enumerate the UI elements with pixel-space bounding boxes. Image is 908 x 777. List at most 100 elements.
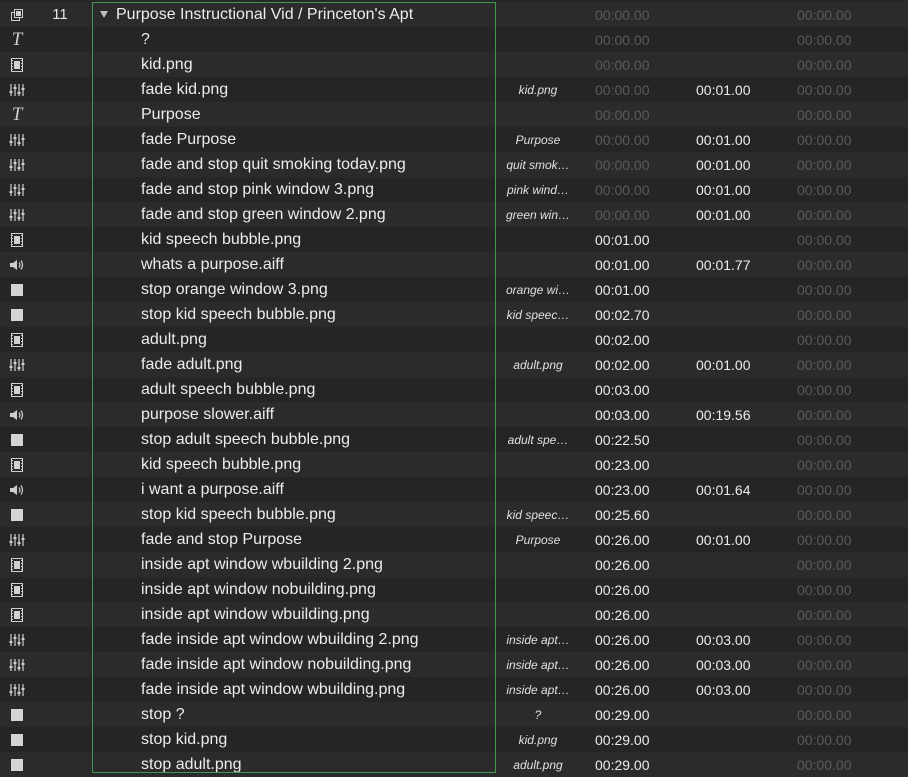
cue-row[interactable]: stop kid speech bubble.png kid speec… 00:2… [0, 502, 908, 527]
action-time[interactable]: 00:03.00 [696, 682, 751, 698]
pre-wait-time[interactable]: 00:03.00 [595, 382, 650, 398]
post-wait-time[interactable]: 00:00.00 [797, 682, 852, 698]
cue-row[interactable]: kid.png 00:00.00 00:00.00 [0, 52, 908, 77]
post-wait-time[interactable]: 00:00.00 [797, 7, 852, 23]
cue-row[interactable]: fade inside apt window nobuilding.png ins… [0, 652, 908, 677]
cue-row[interactable]: adult.png 00:02.00 00:00.00 [0, 327, 908, 352]
post-wait-time[interactable]: 00:00.00 [797, 457, 852, 473]
action-time[interactable]: 00:03.00 [696, 657, 751, 673]
post-wait-time[interactable]: 00:00.00 [797, 607, 852, 623]
cue-row[interactable]: kid speech bubble.png 00:23.00 00:00.00 [0, 452, 908, 477]
post-wait-time[interactable]: 00:00.00 [797, 757, 852, 773]
pre-wait-time[interactable]: 00:03.00 [595, 407, 650, 423]
post-wait-time[interactable]: 00:00.00 [797, 107, 852, 123]
pre-wait-time[interactable]: 00:22.50 [595, 432, 650, 448]
cue-row[interactable]: fade and stop pink window 3.png pink wind… [0, 177, 908, 202]
cue-row[interactable]: adult speech bubble.png 00:03.00 00:00.00 [0, 377, 908, 402]
cue-row[interactable]: T? 00:00.00 00:00.00 [0, 27, 908, 52]
cue-row[interactable]: fade kid.png kid.png 00:00.00 00:01.00 00:00… [0, 77, 908, 102]
post-wait-time[interactable]: 00:00.00 [797, 732, 852, 748]
pre-wait-time[interactable]: 00:02.70 [595, 307, 650, 323]
cue-row[interactable]: fade Purpose Purpose 00:00.00 00:01.00 00:00… [0, 127, 908, 152]
post-wait-time[interactable]: 00:00.00 [797, 32, 852, 48]
post-wait-time[interactable]: 00:00.00 [797, 332, 852, 348]
pre-wait-time[interactable]: 00:26.00 [595, 557, 650, 573]
cue-row[interactable]: fade inside apt window wbuilding.png insi… [0, 677, 908, 702]
post-wait-time[interactable]: 00:00.00 [797, 357, 852, 373]
post-wait-time[interactable]: 00:00.00 [797, 432, 852, 448]
pre-wait-time[interactable]: 00:00.00 [595, 107, 650, 123]
cue-row[interactable]: stop orange window 3.png orange wi… 00:01.… [0, 277, 908, 302]
pre-wait-time[interactable]: 00:00.00 [595, 82, 650, 98]
pre-wait-time[interactable]: 00:01.00 [595, 257, 650, 273]
post-wait-time[interactable]: 00:00.00 [797, 532, 852, 548]
cue-row[interactable]: i want a purpose.aiff 00:23.00 00:01.64 00:… [0, 477, 908, 502]
cue-row[interactable]: whats a purpose.aiff 00:01.00 00:01.77 00:0… [0, 252, 908, 277]
cue-row[interactable]: inside apt window wbuilding.png 00:26.00 0… [0, 602, 908, 627]
pre-wait-time[interactable]: 00:02.00 [595, 357, 650, 373]
disclosure-triangle-icon[interactable] [100, 11, 108, 18]
pre-wait-time[interactable]: 00:00.00 [595, 207, 650, 223]
cue-row[interactable]: T Purpose 00:00.00 00:00.00 [0, 102, 908, 127]
post-wait-time[interactable]: 00:00.00 [797, 157, 852, 173]
post-wait-time[interactable]: 00:00.00 [797, 307, 852, 323]
pre-wait-time[interactable]: 00:29.00 [595, 707, 650, 723]
post-wait-time[interactable]: 00:00.00 [797, 232, 852, 248]
pre-wait-time[interactable]: 00:00.00 [595, 57, 650, 73]
post-wait-time[interactable]: 00:00.00 [797, 657, 852, 673]
pre-wait-time[interactable]: 00:29.00 [595, 732, 650, 748]
pre-wait-time[interactable]: 00:26.00 [595, 632, 650, 648]
pre-wait-time[interactable]: 00:29.00 [595, 757, 650, 773]
pre-wait-time[interactable]: 00:25.60 [595, 507, 650, 523]
cue-row[interactable]: stop adult.png adult.png 00:29.00 00:00.00 [0, 752, 908, 777]
pre-wait-time[interactable]: 00:26.00 [595, 657, 650, 673]
cue-row[interactable]: fade and stop Purpose Purpose 00:26.00 00:0… [0, 527, 908, 552]
action-time[interactable]: 00:01.00 [696, 357, 751, 373]
pre-wait-time[interactable]: 00:01.00 [595, 282, 650, 298]
post-wait-time[interactable]: 00:00.00 [797, 132, 852, 148]
cue-row[interactable]: fade and stop green window 2.png green wi… [0, 202, 908, 227]
post-wait-time[interactable]: 00:00.00 [797, 207, 852, 223]
post-wait-time[interactable]: 00:00.00 [797, 507, 852, 523]
action-time[interactable]: 00:01.00 [696, 157, 751, 173]
cue-row[interactable]: fade inside apt window wbuilding 2.png in… [0, 627, 908, 652]
pre-wait-time[interactable]: 00:00.00 [595, 182, 650, 198]
post-wait-time[interactable]: 00:00.00 [797, 632, 852, 648]
cue-row[interactable]: stop ?? 00:29.00 00:00.00 [0, 702, 908, 727]
action-time[interactable]: 00:03.00 [696, 632, 751, 648]
pre-wait-time[interactable]: 00:26.00 [595, 607, 650, 623]
post-wait-time[interactable]: 00:00.00 [797, 182, 852, 198]
action-time[interactable]: 00:19.56 [696, 407, 751, 423]
cue-row[interactable]: fade adult.png adult.png 00:02.00 00:01.00 0… [0, 352, 908, 377]
action-time[interactable]: 00:01.77 [696, 257, 751, 273]
post-wait-time[interactable]: 00:00.00 [797, 557, 852, 573]
post-wait-time[interactable]: 00:00.00 [797, 482, 852, 498]
pre-wait-time[interactable]: 00:00.00 [595, 132, 650, 148]
pre-wait-time[interactable]: 00:26.00 [595, 532, 650, 548]
pre-wait-time[interactable]: 00:00.00 [595, 32, 650, 48]
pre-wait-time[interactable]: 00:26.00 [595, 682, 650, 698]
post-wait-time[interactable]: 00:00.00 [797, 382, 852, 398]
post-wait-time[interactable]: 00:00.00 [797, 282, 852, 298]
cue-row[interactable]: fade and stop quit smoking today.png quit… [0, 152, 908, 177]
action-time[interactable]: 00:01.64 [696, 482, 751, 498]
cue-row[interactable]: inside apt window nobuilding.png 00:26.00… [0, 577, 908, 602]
action-time[interactable]: 00:01.00 [696, 132, 751, 148]
post-wait-time[interactable]: 00:00.00 [797, 57, 852, 73]
cue-row[interactable]: stop kid speech bubble.png kid speec… 00:0… [0, 302, 908, 327]
pre-wait-time[interactable]: 00:23.00 [595, 457, 650, 473]
post-wait-time[interactable]: 00:00.00 [797, 257, 852, 273]
pre-wait-time[interactable]: 00:02.00 [595, 332, 650, 348]
cue-row[interactable]: inside apt window wbuilding 2.png 00:26.0… [0, 552, 908, 577]
post-wait-time[interactable]: 00:00.00 [797, 707, 852, 723]
cue-row[interactable]: kid speech bubble.png 00:01.00 00:00.00 [0, 227, 908, 252]
cue-row[interactable]: stop kid.png kid.png 00:29.00 00:00.00 [0, 727, 908, 752]
action-time[interactable]: 00:01.00 [696, 82, 751, 98]
pre-wait-time[interactable]: 00:26.00 [595, 582, 650, 598]
post-wait-time[interactable]: 00:00.00 [797, 82, 852, 98]
action-time[interactable]: 00:01.00 [696, 182, 751, 198]
post-wait-time[interactable]: 00:00.00 [797, 407, 852, 423]
action-time[interactable]: 00:01.00 [696, 532, 751, 548]
pre-wait-time[interactable]: 00:00.00 [595, 157, 650, 173]
cue-row[interactable]: stop adult speech bubble.png adult spe… 00… [0, 427, 908, 452]
